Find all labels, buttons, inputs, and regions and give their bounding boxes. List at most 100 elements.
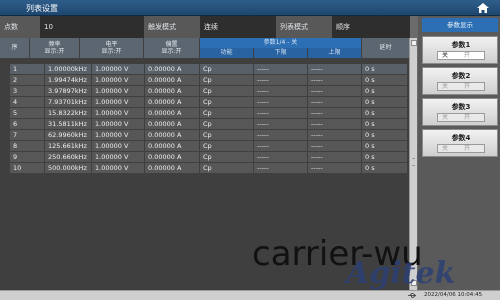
cell-function[interactable]: Cp bbox=[200, 97, 253, 107]
list-mode-value[interactable]: 顺序 bbox=[332, 16, 410, 38]
cell-level[interactable]: 1.00000 V bbox=[92, 108, 144, 118]
table-row[interactable]: 2 1.99474kHz 1.00000 V 0.00000 A Cp ----- ----… bbox=[10, 75, 407, 85]
cell-function[interactable]: Cp bbox=[200, 163, 253, 173]
cell-high-limit[interactable]: ----- bbox=[308, 152, 361, 162]
cell-bias[interactable]: 0.00000 A bbox=[145, 119, 199, 129]
cell-function[interactable]: Cp bbox=[200, 119, 253, 129]
cell-frequency[interactable]: 62.9960kHz bbox=[45, 130, 91, 140]
cell-level[interactable]: 1.00000 V bbox=[92, 141, 144, 151]
param2-button[interactable]: 参数2 关开 bbox=[422, 67, 498, 95]
cell-index[interactable]: 4 bbox=[10, 97, 44, 107]
cell-delay[interactable]: 0 s bbox=[362, 75, 407, 85]
param-toggle[interactable]: 关开 bbox=[437, 113, 485, 122]
cell-low-limit[interactable]: ----- bbox=[254, 64, 307, 74]
table-row[interactable]: 8 125.661kHz 1.00000 V 0.00000 A Cp ----- ----… bbox=[10, 141, 407, 151]
cell-level[interactable]: 1.00000 V bbox=[92, 130, 144, 140]
table-row[interactable]: 10 500.000kHz 1.00000 V 0.00000 A Cp ----- ---… bbox=[10, 163, 407, 173]
cell-high-limit[interactable]: ----- bbox=[308, 64, 361, 74]
cell-function[interactable]: Cp bbox=[200, 64, 253, 74]
cell-high-limit[interactable]: ----- bbox=[308, 97, 361, 107]
cell-bias[interactable]: 0.00000 A bbox=[145, 75, 199, 85]
cell-frequency[interactable]: 250.660kHz bbox=[45, 152, 91, 162]
cell-level[interactable]: 1.00000 V bbox=[92, 75, 144, 85]
cell-low-limit[interactable]: ----- bbox=[254, 141, 307, 151]
param-group-header[interactable]: 参数1/4 - 关 bbox=[200, 38, 362, 48]
cell-low-limit[interactable]: ----- bbox=[254, 108, 307, 118]
cell-index[interactable]: 2 bbox=[10, 75, 44, 85]
cell-bias[interactable]: 0.00000 A bbox=[145, 64, 199, 74]
cell-index[interactable]: 8 bbox=[10, 141, 44, 151]
table-row[interactable]: 1 1.00000kHz 1.00000 V 0.00000 A Cp ----- ----… bbox=[10, 64, 407, 74]
param4-button[interactable]: 参数4 关开 bbox=[422, 129, 498, 157]
home-icon[interactable] bbox=[476, 2, 490, 14]
cell-high-limit[interactable]: ----- bbox=[308, 108, 361, 118]
cell-low-limit[interactable]: ----- bbox=[254, 86, 307, 96]
cell-low-limit[interactable]: ----- bbox=[254, 130, 307, 140]
cell-function[interactable]: Cp bbox=[200, 141, 253, 151]
cell-index[interactable]: 1 bbox=[10, 64, 44, 74]
param-toggle[interactable]: 关开 bbox=[437, 51, 485, 60]
cell-function[interactable]: Cp bbox=[200, 130, 253, 140]
cell-bias[interactable]: 0.00000 A bbox=[145, 86, 199, 96]
cell-frequency[interactable]: 15.8322kHz bbox=[45, 108, 91, 118]
cell-level[interactable]: 1.00000 V bbox=[92, 119, 144, 129]
cell-delay[interactable]: 0 s bbox=[362, 163, 407, 173]
cell-level[interactable]: 1.00000 V bbox=[92, 97, 144, 107]
table-row[interactable]: 5 15.8322kHz 1.00000 V 0.00000 A Cp ----- ----… bbox=[10, 108, 407, 118]
cell-delay[interactable]: 0 s bbox=[362, 97, 407, 107]
cell-high-limit[interactable]: ----- bbox=[308, 130, 361, 140]
cell-low-limit[interactable]: ----- bbox=[254, 163, 307, 173]
cell-delay[interactable]: 0 s bbox=[362, 108, 407, 118]
cell-bias[interactable]: 0.00000 A bbox=[145, 152, 199, 162]
cell-high-limit[interactable]: ----- bbox=[308, 86, 361, 96]
table-row[interactable]: 9 250.660kHz 1.00000 V 0.00000 A Cp ----- ----… bbox=[10, 152, 407, 162]
cell-frequency[interactable]: 7.93701kHz bbox=[45, 97, 91, 107]
cell-bias[interactable]: 0.00000 A bbox=[145, 97, 199, 107]
cell-bias[interactable]: 0.00000 A bbox=[145, 130, 199, 140]
param-toggle[interactable]: 关开 bbox=[437, 144, 485, 153]
cell-delay[interactable]: 0 s bbox=[362, 130, 407, 140]
points-value[interactable]: 10 bbox=[40, 16, 144, 38]
cell-level[interactable]: 1.00000 V bbox=[92, 163, 144, 173]
cell-delay[interactable]: 0 s bbox=[362, 119, 407, 129]
cell-frequency[interactable]: 1.00000kHz bbox=[45, 64, 91, 74]
table-row[interactable]: 4 7.93701kHz 1.00000 V 0.00000 A Cp ----- ----… bbox=[10, 97, 407, 107]
cell-high-limit[interactable]: ----- bbox=[308, 163, 361, 173]
cell-level[interactable]: 1.00000 V bbox=[92, 86, 144, 96]
cell-index[interactable]: 9 bbox=[10, 152, 44, 162]
scroll-up-arrow-icon[interactable] bbox=[411, 40, 417, 46]
trigger-mode-value[interactable]: 连续 bbox=[200, 16, 276, 38]
cell-frequency[interactable]: 125.661kHz bbox=[45, 141, 91, 151]
cell-function[interactable]: Cp bbox=[200, 152, 253, 162]
cell-function[interactable]: Cp bbox=[200, 75, 253, 85]
cell-index[interactable]: 6 bbox=[10, 119, 44, 129]
cell-low-limit[interactable]: ----- bbox=[254, 97, 307, 107]
cell-high-limit[interactable]: ----- bbox=[308, 119, 361, 129]
cell-function[interactable]: Cp bbox=[200, 86, 253, 96]
cell-delay[interactable]: 0 s bbox=[362, 86, 407, 96]
cell-level[interactable]: 1.00000 V bbox=[92, 64, 144, 74]
cell-high-limit[interactable]: ----- bbox=[308, 141, 361, 151]
cell-index[interactable]: 5 bbox=[10, 108, 44, 118]
cell-low-limit[interactable]: ----- bbox=[254, 152, 307, 162]
cell-frequency[interactable]: 31.5811kHz bbox=[45, 119, 91, 129]
cell-bias[interactable]: 0.00000 A bbox=[145, 163, 199, 173]
cell-low-limit[interactable]: ----- bbox=[254, 75, 307, 85]
cell-delay[interactable]: 0 s bbox=[362, 141, 407, 151]
table-row[interactable]: 6 31.5811kHz 1.00000 V 0.00000 A Cp ----- ----… bbox=[10, 119, 407, 129]
cell-index[interactable]: 10 bbox=[10, 163, 44, 173]
cell-index[interactable]: 3 bbox=[10, 86, 44, 96]
table-row[interactable]: 3 3.97897kHz 1.00000 V 0.00000 A Cp ----- ----… bbox=[10, 86, 407, 96]
cell-frequency[interactable]: 500.000kHz bbox=[45, 163, 91, 173]
cell-delay[interactable]: 0 s bbox=[362, 152, 407, 162]
table-row[interactable]: 7 62.9960kHz 1.00000 V 0.00000 A Cp ----- ----… bbox=[10, 130, 407, 140]
cell-level[interactable]: 1.00000 V bbox=[92, 152, 144, 162]
cell-high-limit[interactable]: ----- bbox=[308, 75, 361, 85]
cell-bias[interactable]: 0.00000 A bbox=[145, 108, 199, 118]
param1-button[interactable]: 参数1 关开 bbox=[422, 36, 498, 64]
cell-low-limit[interactable]: ----- bbox=[254, 119, 307, 129]
param-toggle[interactable]: 关开 bbox=[437, 82, 485, 91]
param3-button[interactable]: 参数3 关开 bbox=[422, 98, 498, 126]
scroll-grip[interactable] bbox=[412, 158, 415, 166]
cell-bias[interactable]: 0.00000 A bbox=[145, 141, 199, 151]
